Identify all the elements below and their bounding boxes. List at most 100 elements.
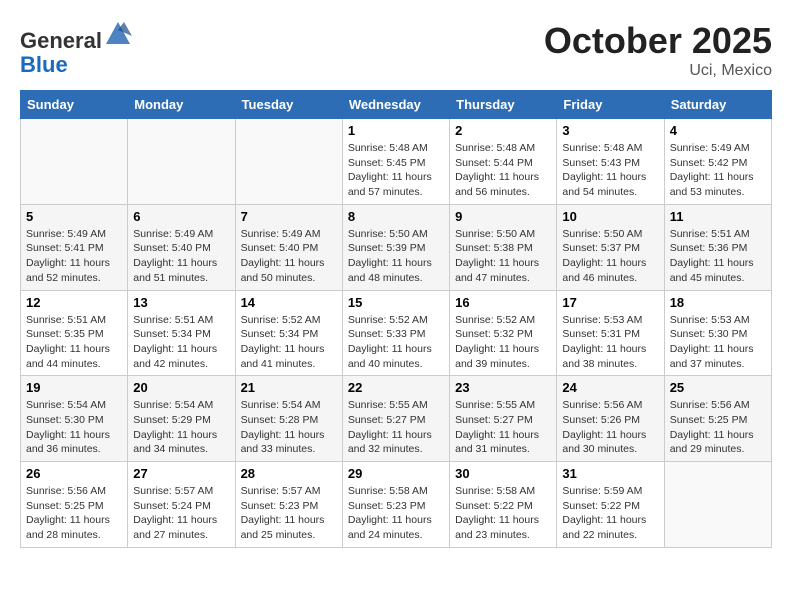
calendar-cell: 20 Sunrise: 5:54 AMSunset: 5:29 PMDayligh…: [128, 376, 235, 462]
day-number: 1: [348, 123, 444, 138]
calendar-cell: 17 Sunrise: 5:53 AMSunset: 5:31 PMDayligh…: [557, 290, 664, 376]
calendar-header-tuesday: Tuesday: [235, 91, 342, 119]
calendar-cell: 14 Sunrise: 5:52 AMSunset: 5:34 PMDayligh…: [235, 290, 342, 376]
calendar-cell: 24 Sunrise: 5:56 AMSunset: 5:26 PMDayligh…: [557, 376, 664, 462]
calendar-cell: [21, 119, 128, 205]
day-info: Sunrise: 5:50 AMSunset: 5:38 PMDaylight:…: [455, 227, 551, 286]
calendar-cell: 18 Sunrise: 5:53 AMSunset: 5:30 PMDayligh…: [664, 290, 771, 376]
day-info: Sunrise: 5:49 AMSunset: 5:40 PMDaylight:…: [133, 227, 229, 286]
day-number: 5: [26, 209, 122, 224]
day-info: Sunrise: 5:56 AMSunset: 5:25 PMDaylight:…: [26, 484, 122, 543]
calendar-cell: 21Sunrise: 5:54 AMSunset: 5:28 PMDayligh…: [235, 376, 342, 462]
day-number: 29: [348, 466, 444, 481]
calendar-cell: 3Sunrise: 5:48 AMSunset: 5:43 PMDaylight…: [557, 119, 664, 205]
calendar-header-thursday: Thursday: [450, 91, 557, 119]
calendar-header-row: SundayMondayTuesdayWednesdayThursdayFrid…: [21, 91, 772, 119]
day-info: Sunrise: 5:49 AMSunset: 5:41 PMDaylight:…: [26, 227, 122, 286]
day-info: Sunrise: 5:48 AMSunset: 5:45 PMDaylight:…: [348, 141, 444, 200]
day-number: 14: [241, 295, 337, 310]
day-info: Sunrise: 5:49 AMSunset: 5:42 PMDaylight:…: [670, 141, 766, 200]
calendar-cell: 19Sunrise: 5:54 AMSunset: 5:30 PMDayligh…: [21, 376, 128, 462]
day-number: 9: [455, 209, 551, 224]
week-row-3: 12 Sunrise: 5:51 AMSunset: 5:35 PMDayligh…: [21, 290, 772, 376]
day-number: 23: [455, 380, 551, 395]
day-info: Sunrise: 5:52 AMSunset: 5:32 PMDaylight:…: [455, 313, 551, 372]
location: Uci, Mexico: [544, 62, 772, 80]
month-title: October 2025: [544, 20, 772, 62]
day-info: Sunrise: 5:57 AMSunset: 5:24 PMDaylight:…: [133, 484, 229, 543]
day-number: 15: [348, 295, 444, 310]
day-info: Sunrise: 5:50 AMSunset: 5:37 PMDaylight:…: [562, 227, 658, 286]
day-number: 24: [562, 380, 658, 395]
calendar-cell: 11 Sunrise: 5:51 AMSunset: 5:36 PMDayligh…: [664, 204, 771, 290]
week-row-4: 19Sunrise: 5:54 AMSunset: 5:30 PMDayligh…: [21, 376, 772, 462]
day-info: Sunrise: 5:48 AMSunset: 5:44 PMDaylight:…: [455, 141, 551, 200]
day-info: Sunrise: 5:56 AMSunset: 5:25 PMDaylight:…: [670, 398, 766, 457]
day-info: Sunrise: 5:52 AMSunset: 5:34 PMDaylight:…: [241, 313, 337, 372]
day-number: 3: [562, 123, 658, 138]
calendar-cell: 15 Sunrise: 5:52 AMSunset: 5:33 PMDayligh…: [342, 290, 449, 376]
calendar-cell: 8Sunrise: 5:50 AMSunset: 5:39 PMDaylight…: [342, 204, 449, 290]
calendar-cell: 6 Sunrise: 5:49 AMSunset: 5:40 PMDaylight…: [128, 204, 235, 290]
day-number: 10: [562, 209, 658, 224]
day-info: Sunrise: 5:55 AMSunset: 5:27 PMDaylight:…: [455, 398, 551, 457]
calendar-cell: 2 Sunrise: 5:48 AMSunset: 5:44 PMDaylight…: [450, 119, 557, 205]
calendar-table: SundayMondayTuesdayWednesdayThursdayFrid…: [20, 90, 772, 548]
day-number: 25: [670, 380, 766, 395]
calendar-cell: 26 Sunrise: 5:56 AMSunset: 5:25 PMDayligh…: [21, 462, 128, 548]
day-number: 26: [26, 466, 122, 481]
calendar-cell: 1 Sunrise: 5:48 AMSunset: 5:45 PMDaylight…: [342, 119, 449, 205]
day-number: 17: [562, 295, 658, 310]
day-number: 22: [348, 380, 444, 395]
calendar-cell: 30Sunrise: 5:58 AMSunset: 5:22 PMDayligh…: [450, 462, 557, 548]
day-info: Sunrise: 5:54 AMSunset: 5:29 PMDaylight:…: [133, 398, 229, 457]
calendar-cell: [235, 119, 342, 205]
day-info: Sunrise: 5:49 AMSunset: 5:40 PMDaylight:…: [241, 227, 337, 286]
day-number: 30: [455, 466, 551, 481]
day-info: Sunrise: 5:56 AMSunset: 5:26 PMDaylight:…: [562, 398, 658, 457]
calendar-cell: 16 Sunrise: 5:52 AMSunset: 5:32 PMDayligh…: [450, 290, 557, 376]
day-info: Sunrise: 5:52 AMSunset: 5:33 PMDaylight:…: [348, 313, 444, 372]
logo-general-text: General: [20, 28, 102, 53]
day-number: 11: [670, 209, 766, 224]
week-row-5: 26 Sunrise: 5:56 AMSunset: 5:25 PMDayligh…: [21, 462, 772, 548]
calendar-cell: 7 Sunrise: 5:49 AMSunset: 5:40 PMDaylight…: [235, 204, 342, 290]
week-row-1: 1 Sunrise: 5:48 AMSunset: 5:45 PMDaylight…: [21, 119, 772, 205]
page-header: General Blue October 2025 Uci, Mexico: [20, 20, 772, 80]
calendar-cell: 5 Sunrise: 5:49 AMSunset: 5:41 PMDaylight…: [21, 204, 128, 290]
day-number: 8: [348, 209, 444, 224]
day-info: Sunrise: 5:54 AMSunset: 5:28 PMDaylight:…: [241, 398, 337, 457]
calendar-cell: [664, 462, 771, 548]
calendar-header-wednesday: Wednesday: [342, 91, 449, 119]
day-info: Sunrise: 5:53 AMSunset: 5:31 PMDaylight:…: [562, 313, 658, 372]
day-number: 28: [241, 466, 337, 481]
day-info: Sunrise: 5:51 AMSunset: 5:35 PMDaylight:…: [26, 313, 122, 372]
calendar-cell: 31Sunrise: 5:59 AMSunset: 5:22 PMDayligh…: [557, 462, 664, 548]
calendar-cell: 10 Sunrise: 5:50 AMSunset: 5:37 PMDayligh…: [557, 204, 664, 290]
day-number: 12: [26, 295, 122, 310]
calendar-cell: 9 Sunrise: 5:50 AMSunset: 5:38 PMDaylight…: [450, 204, 557, 290]
calendar-cell: 22Sunrise: 5:55 AMSunset: 5:27 PMDayligh…: [342, 376, 449, 462]
day-info: Sunrise: 5:53 AMSunset: 5:30 PMDaylight:…: [670, 313, 766, 372]
title-block: October 2025 Uci, Mexico: [544, 20, 772, 80]
calendar-header-saturday: Saturday: [664, 91, 771, 119]
calendar-cell: 28Sunrise: 5:57 AMSunset: 5:23 PMDayligh…: [235, 462, 342, 548]
logo: General Blue: [20, 20, 132, 77]
day-info: Sunrise: 5:51 AMSunset: 5:36 PMDaylight:…: [670, 227, 766, 286]
day-number: 6: [133, 209, 229, 224]
week-row-2: 5 Sunrise: 5:49 AMSunset: 5:41 PMDaylight…: [21, 204, 772, 290]
day-number: 16: [455, 295, 551, 310]
calendar-cell: 12 Sunrise: 5:51 AMSunset: 5:35 PMDayligh…: [21, 290, 128, 376]
calendar-header-monday: Monday: [128, 91, 235, 119]
day-info: Sunrise: 5:59 AMSunset: 5:22 PMDaylight:…: [562, 484, 658, 543]
logo-icon: [104, 20, 132, 48]
calendar-cell: 27Sunrise: 5:57 AMSunset: 5:24 PMDayligh…: [128, 462, 235, 548]
day-number: 18: [670, 295, 766, 310]
day-number: 20: [133, 380, 229, 395]
day-number: 13: [133, 295, 229, 310]
day-number: 7: [241, 209, 337, 224]
calendar-header-friday: Friday: [557, 91, 664, 119]
day-number: 2: [455, 123, 551, 138]
calendar-cell: 13Sunrise: 5:51 AMSunset: 5:34 PMDayligh…: [128, 290, 235, 376]
calendar-header-sunday: Sunday: [21, 91, 128, 119]
